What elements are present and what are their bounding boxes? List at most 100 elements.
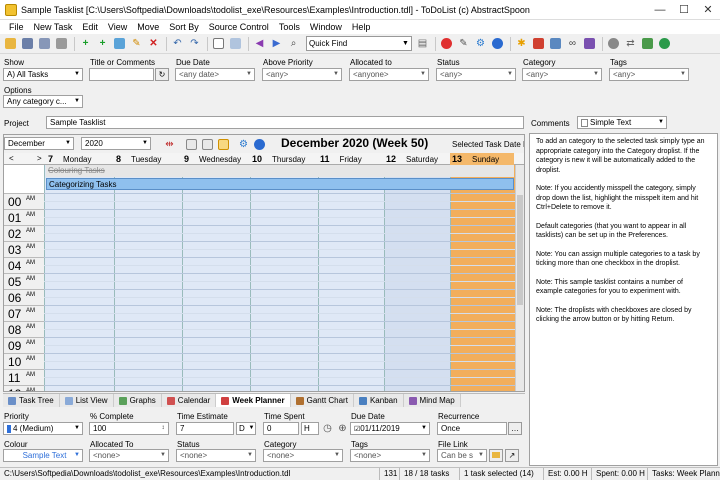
new-task-icon[interactable]: + [78, 36, 93, 51]
globe-icon[interactable] [657, 36, 672, 51]
chevron-down-icon[interactable]: ▼ [245, 450, 255, 461]
cancel-icon[interactable] [606, 36, 621, 51]
arrow-right-icon[interactable]: ▶ [269, 36, 284, 51]
browse-folder-button[interactable] [489, 449, 503, 462]
tab-calendar[interactable]: Calendar [161, 394, 217, 407]
chevron-down-icon[interactable]: ▼ [158, 450, 168, 461]
find-tasks-icon[interactable]: ▤ [415, 36, 430, 51]
maximize-view-icon[interactable] [211, 36, 226, 51]
comments-textarea[interactable]: To add an category to the selected task … [529, 133, 718, 466]
tab-mind-map[interactable]: Mind Map [403, 394, 461, 407]
transfer-icon[interactable]: ⇄ [623, 36, 638, 51]
time-estimate-input[interactable]: 7 [176, 422, 234, 435]
tab-list-view[interactable]: List View [59, 394, 114, 407]
tab-week-planner[interactable]: Week Planner [216, 394, 291, 407]
recurrence-input[interactable]: Once [437, 422, 507, 435]
colour-button[interactable]: Sample Text ▼ [3, 449, 83, 462]
open-folder-icon[interactable] [3, 36, 18, 51]
email-icon[interactable] [548, 36, 563, 51]
time-estimate-unit-combo[interactable]: D ▼ [236, 422, 256, 435]
calendar-settings-gear-icon[interactable]: ⚙ [236, 137, 251, 152]
filter-due-combo[interactable]: <any date> ▼ [175, 68, 255, 81]
allocated-to-combo[interactable]: <none> ▼ [89, 449, 169, 462]
find-icon[interactable]: ⌕ [286, 36, 301, 51]
filter-priority-combo[interactable]: <any> ▼ [262, 68, 342, 81]
filter-icon[interactable] [228, 36, 243, 51]
star-icon[interactable]: ✱ [514, 36, 529, 51]
day-column-wednesday[interactable] [182, 165, 250, 391]
chevron-down-icon[interactable]: ▼ [418, 69, 428, 80]
category-combo[interactable]: <none> ▼ [263, 449, 343, 462]
day-column-friday[interactable] [318, 165, 384, 391]
day-column-saturday[interactable] [384, 165, 450, 391]
chevron-down-icon[interactable]: ▼ [678, 69, 688, 80]
new-sibling-icon[interactable] [112, 36, 127, 51]
save-icon[interactable] [20, 36, 35, 51]
menu-window[interactable]: Window [305, 22, 347, 32]
save-all-icon[interactable] [37, 36, 52, 51]
arrow-left-icon[interactable]: ◀ [252, 36, 267, 51]
day-header-thursday[interactable]: 10 Thursday [250, 153, 318, 165]
project-name-input[interactable]: Sample Tasklist [46, 116, 524, 129]
stop-icon[interactable] [439, 36, 454, 51]
key-icon[interactable] [582, 36, 597, 51]
chevron-down-icon[interactable]: ▼ [72, 450, 82, 461]
chevron-down-icon[interactable]: ▼ [400, 37, 411, 50]
percent-complete-spinner[interactable]: 100 ↕ [89, 422, 169, 435]
view-week-icon[interactable] [200, 137, 215, 152]
minimize-button[interactable]: — [648, 0, 672, 20]
menu-file[interactable]: File [4, 22, 29, 32]
timer-clock-icon[interactable]: ◷ [320, 421, 335, 436]
chevron-down-icon[interactable]: ▼ [72, 69, 82, 80]
menu-view[interactable]: View [103, 22, 132, 32]
quick-find-input[interactable]: Quick Find [309, 39, 347, 48]
chevron-down-icon[interactable]: ▼ [72, 96, 82, 107]
sync-icon[interactable] [640, 36, 655, 51]
chevron-down-icon[interactable]: ▼ [656, 117, 666, 128]
scrollbar-thumb[interactable] [517, 195, 523, 305]
chevron-down-icon[interactable]: ▼ [140, 138, 150, 149]
day-header-saturday[interactable]: 12 Saturday [384, 153, 450, 165]
chevron-down-icon[interactable]: ▼ [419, 423, 429, 434]
chevron-down-icon[interactable]: ▼ [331, 69, 341, 80]
link-icon[interactable]: ∞ [565, 36, 580, 51]
day-column-tuesday[interactable] [114, 165, 182, 391]
view-day-icon[interactable] [184, 137, 199, 152]
filter-tags-combo[interactable]: <any> ▼ [609, 68, 689, 81]
time-spent-input[interactable]: 0 [263, 422, 299, 435]
export-icon[interactable] [531, 36, 546, 51]
help-icon[interactable] [490, 36, 505, 51]
day-column-monday[interactable] [44, 165, 114, 391]
chevron-down-icon[interactable]: ▼ [476, 450, 486, 461]
view-month-icon[interactable] [216, 137, 231, 152]
menu-help[interactable]: Help [347, 22, 376, 32]
vertical-scrollbar[interactable] [515, 165, 524, 391]
delete-task-icon[interactable]: ✕ [146, 36, 161, 51]
sync-arrows-icon[interactable]: ⇹ [162, 137, 177, 152]
time-spent-unit-combo[interactable]: H [301, 422, 319, 435]
filter-refresh-button[interactable]: ↻ [155, 68, 169, 81]
chevron-down-icon[interactable]: ▼ [332, 450, 342, 461]
day-column-thursday[interactable] [250, 165, 318, 391]
preferences-gear-icon[interactable]: ⚙ [473, 36, 488, 51]
day-header-friday[interactable]: 11 Friday [318, 153, 384, 165]
day-header-wednesday[interactable]: 9 Wednesday [182, 153, 250, 165]
menu-source-control[interactable]: Source Control [204, 22, 274, 32]
task-bar-categorizing-tasks[interactable]: Categorizing Tasks [46, 178, 514, 190]
tags-combo[interactable]: <none> ▼ [350, 449, 430, 462]
chevron-down-icon[interactable]: ▼ [244, 69, 254, 80]
nav-prev-button[interactable]: < [9, 153, 14, 165]
chevron-down-icon[interactable]: ▼ [505, 69, 515, 80]
month-combo[interactable]: December ▼ [4, 137, 74, 150]
calendar-help-icon[interactable] [252, 137, 267, 152]
edit-pencil-icon[interactable]: ✎ [129, 36, 144, 51]
filter-category-combo[interactable]: <any> ▼ [522, 68, 602, 81]
close-button[interactable]: ✕ [696, 0, 720, 20]
add-time-icon[interactable]: ⊕ [335, 421, 350, 436]
undo-icon[interactable]: ↶ [170, 36, 185, 51]
tab-gantt-chart[interactable]: Gantt Chart [290, 394, 354, 407]
comments-format-combo[interactable]: Simple Text ▼ [577, 116, 667, 129]
chevron-down-icon[interactable]: ▼ [72, 423, 82, 434]
quick-find-combo[interactable]: Quick Find ▼ [306, 36, 412, 51]
status-combo[interactable]: <none> ▼ [176, 449, 256, 462]
